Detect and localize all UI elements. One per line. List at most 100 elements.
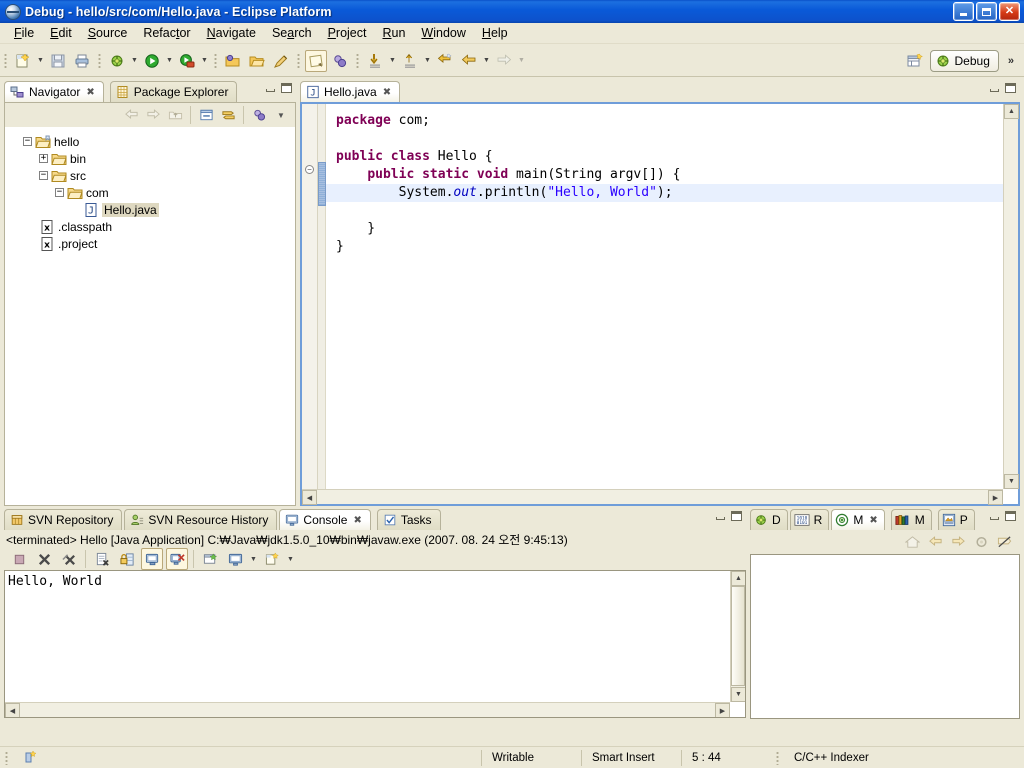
tab-console[interactable]: Console ✖ bbox=[279, 509, 371, 530]
new-console-dropdown-icon[interactable]: ▼ bbox=[285, 548, 296, 570]
tab-package-explorer[interactable]: Package Explorer bbox=[109, 81, 238, 102]
clear-console-icon[interactable] bbox=[91, 548, 113, 570]
chevron-down-icon[interactable]: ▼ bbox=[271, 105, 291, 125]
maximize-view-icon[interactable] bbox=[281, 83, 292, 93]
tab-svn-resource-history[interactable]: SVN Resource History bbox=[124, 509, 278, 530]
editor-code[interactable]: package com; public class Hello { public… bbox=[326, 104, 1018, 504]
menu-navigate[interactable]: Navigate bbox=[199, 24, 264, 42]
open-type-icon[interactable] bbox=[222, 50, 244, 72]
scroll-left-icon[interactable]: ◀ bbox=[302, 490, 317, 505]
console-view-icon[interactable] bbox=[224, 548, 246, 570]
tab-registers[interactable]: 1010 0101 R bbox=[789, 509, 830, 530]
debug-perspective-toolbar-icon[interactable] bbox=[329, 50, 351, 72]
back-icon[interactable] bbox=[121, 105, 141, 125]
console-horizontal-scrollbar[interactable]: ◀ ▶ bbox=[5, 702, 730, 717]
back-icon[interactable] bbox=[458, 50, 480, 72]
forward-icon[interactable] bbox=[948, 532, 968, 552]
menu-edit[interactable]: Edit bbox=[42, 24, 80, 42]
scroll-right-icon[interactable]: ▶ bbox=[988, 490, 1003, 505]
step-into-icon[interactable] bbox=[364, 50, 386, 72]
tab-debug[interactable]: D bbox=[750, 509, 788, 530]
menu-run[interactable]: Run bbox=[374, 24, 413, 42]
console-output-area[interactable]: Hello, World ▲ ▼ ◀ ▶ bbox=[4, 570, 746, 718]
print-icon[interactable] bbox=[71, 50, 93, 72]
maximize-editor-icon[interactable] bbox=[1005, 83, 1016, 93]
expander-icon[interactable]: + bbox=[39, 154, 48, 163]
fold-collapse-icon[interactable]: − bbox=[305, 165, 314, 174]
tab-memory[interactable]: M ✖ bbox=[831, 509, 885, 530]
expander-icon[interactable]: − bbox=[39, 171, 48, 180]
open-perspective-icon[interactable] bbox=[905, 50, 927, 72]
run-external-tools-icon[interactable] bbox=[176, 50, 198, 72]
collapse-all-icon[interactable] bbox=[196, 105, 216, 125]
minimize-view-icon[interactable] bbox=[266, 85, 275, 92]
tab-tasks[interactable]: Tasks bbox=[376, 509, 441, 530]
memory-render-area[interactable] bbox=[750, 554, 1020, 719]
tab-modules[interactable]: M bbox=[890, 509, 932, 530]
display-selected-console-icon[interactable] bbox=[166, 548, 188, 570]
open-resource-icon[interactable] bbox=[246, 50, 268, 72]
view-menu-icon[interactable] bbox=[249, 105, 269, 125]
tree-item-hello[interactable]: − hello bbox=[5, 133, 295, 150]
minimize-editor-icon[interactable] bbox=[990, 85, 999, 92]
remove-all-terminated-icon[interactable] bbox=[58, 548, 80, 570]
scroll-up-icon[interactable]: ▲ bbox=[731, 571, 745, 586]
menu-project[interactable]: Project bbox=[320, 24, 375, 42]
scroll-right-icon[interactable]: ▶ bbox=[715, 703, 730, 717]
tree-item-src[interactable]: − src bbox=[5, 167, 295, 184]
menu-search[interactable]: Search bbox=[264, 24, 320, 42]
tab-navigator[interactable]: Navigator ✖ bbox=[4, 81, 104, 102]
scroll-left-icon[interactable]: ◀ bbox=[5, 703, 20, 717]
tab-hello-java[interactable]: J Hello.java ✖ bbox=[300, 81, 401, 102]
new-wizard-icon[interactable] bbox=[12, 50, 34, 72]
tree-item-bin[interactable]: + bin bbox=[5, 150, 295, 167]
new-wizard-dropdown-icon[interactable]: ▼ bbox=[35, 50, 46, 72]
link-with-editor-icon[interactable] bbox=[218, 105, 238, 125]
new-console-view-icon[interactable] bbox=[261, 548, 283, 570]
editor-overview-ruler[interactable] bbox=[318, 104, 326, 504]
perspective-overflow-icon[interactable]: » bbox=[1002, 55, 1020, 67]
open-console-icon[interactable] bbox=[199, 548, 221, 570]
toolbar-grip-4[interactable] bbox=[297, 52, 300, 69]
console-scroll-thumb[interactable] bbox=[731, 586, 745, 686]
back-icon[interactable] bbox=[925, 532, 945, 552]
tab-memory-close-icon[interactable]: ✖ bbox=[869, 515, 877, 526]
menu-window[interactable]: Window bbox=[413, 24, 473, 42]
perspective-debug-button[interactable]: Debug bbox=[929, 49, 999, 72]
maximize-icon[interactable] bbox=[976, 2, 997, 21]
step-over-icon[interactable] bbox=[399, 50, 421, 72]
editor-gutter[interactable]: − bbox=[302, 104, 318, 504]
tree-item-classpath[interactable]: x .classpath bbox=[5, 218, 295, 235]
menu-source[interactable]: Source bbox=[80, 24, 136, 42]
pin-console-icon[interactable] bbox=[141, 548, 163, 570]
refresh-icon[interactable] bbox=[971, 532, 991, 552]
minimize-console-icon[interactable] bbox=[716, 513, 725, 520]
close-icon[interactable]: ✕ bbox=[999, 2, 1020, 21]
menu-refactor[interactable]: Refactor bbox=[135, 24, 198, 42]
expander-icon[interactable]: − bbox=[55, 188, 64, 197]
console-vertical-scrollbar[interactable]: ▲ ▼ bbox=[730, 571, 745, 702]
expander-icon[interactable]: − bbox=[23, 137, 32, 146]
scroll-down-icon[interactable]: ▼ bbox=[731, 687, 745, 702]
search-icon[interactable] bbox=[270, 50, 292, 72]
scroll-down-icon[interactable]: ▼ bbox=[1004, 474, 1019, 489]
tab-problems[interactable]: P bbox=[937, 509, 975, 530]
toggle-mark-occurrences-icon[interactable] bbox=[305, 49, 327, 72]
toolbar-grip-2[interactable] bbox=[98, 52, 101, 69]
debug-icon[interactable] bbox=[106, 50, 128, 72]
forward-icon[interactable] bbox=[493, 50, 515, 72]
up-icon[interactable] bbox=[165, 105, 185, 125]
debug-dropdown-icon[interactable]: ▼ bbox=[129, 50, 140, 72]
back-dropdown-icon[interactable]: ▼ bbox=[481, 50, 492, 72]
menu-help[interactable]: Help bbox=[474, 24, 516, 42]
run-dropdown-icon[interactable]: ▼ bbox=[164, 50, 175, 72]
toolbar-grip[interactable] bbox=[4, 52, 7, 69]
step-into-dropdown-icon[interactable]: ▼ bbox=[387, 50, 398, 72]
minimize-icon[interactable] bbox=[953, 2, 974, 21]
maximize-rightpanel-icon[interactable] bbox=[1005, 511, 1016, 521]
editor-vertical-scrollbar[interactable]: ▲ ▼ bbox=[1003, 104, 1019, 489]
external-tools-dropdown-icon[interactable]: ▼ bbox=[199, 50, 210, 72]
minimize-rightpanel-icon[interactable] bbox=[990, 513, 999, 520]
maximize-console-icon[interactable] bbox=[731, 511, 742, 521]
tree-item-com[interactable]: − com bbox=[5, 184, 295, 201]
